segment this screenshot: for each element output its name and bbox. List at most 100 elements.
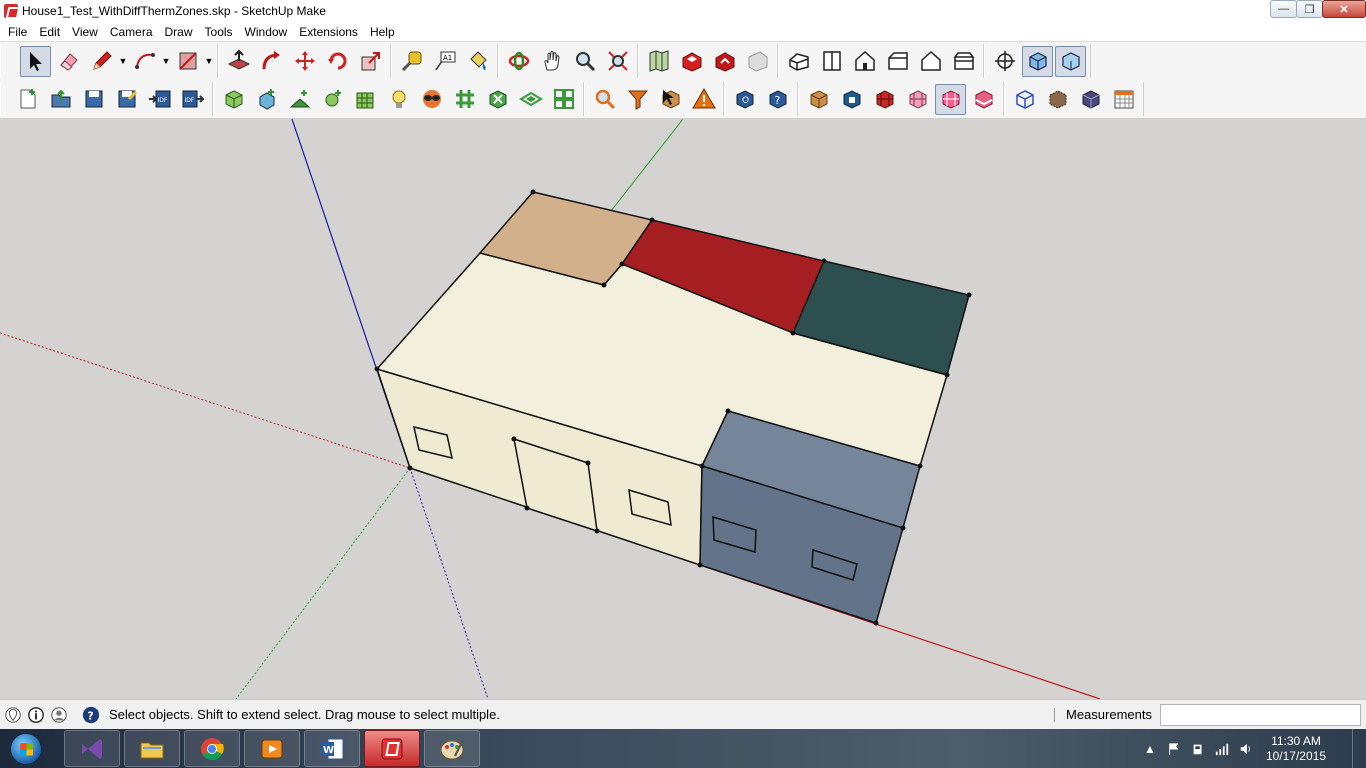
space-diagram-button[interactable] [548, 84, 579, 115]
menu-extensions[interactable]: Extensions [293, 25, 364, 39]
iso-view-button[interactable] [783, 46, 814, 77]
menu-camera[interactable]: Camera [104, 25, 159, 39]
save-as-button[interactable] [111, 84, 142, 115]
menu-edit[interactable]: Edit [33, 25, 66, 39]
show-hidden-icons-icon[interactable]: ▲ [1142, 741, 1158, 757]
zoom-extents-button[interactable] [602, 46, 633, 77]
export-idf-button[interactable]: IDF [177, 84, 208, 115]
new-space-button[interactable] [218, 84, 249, 115]
show-all-geometry-button[interactable] [1009, 84, 1040, 115]
intersect-geometry-button[interactable] [482, 84, 513, 115]
paint-bucket-button[interactable] [462, 46, 493, 77]
move-tool-button[interactable] [289, 46, 320, 77]
menu-tools[interactable]: Tools [199, 25, 239, 39]
new-model-button[interactable] [12, 84, 43, 115]
save-model-button[interactable] [78, 84, 109, 115]
taskbar-paint[interactable] [424, 730, 480, 767]
show-only-selected-button[interactable] [1075, 84, 1106, 115]
display-section-planes-button[interactable] [1022, 45, 1053, 77]
errors-warnings-button[interactable] [688, 84, 719, 115]
taskbar-file-explorer[interactable] [124, 730, 180, 767]
new-luminaire-button[interactable] [383, 84, 414, 115]
text-tool-button[interactable]: A1 [429, 46, 460, 77]
menu-file[interactable]: File [2, 25, 33, 39]
start-button[interactable] [4, 730, 48, 767]
shape-tool-dropdown[interactable]: ▼ [204, 46, 214, 77]
taskbar-word[interactable]: W [304, 730, 360, 767]
render-by-thermal-zone-button[interactable] [935, 83, 966, 115]
open-model-button[interactable] [45, 84, 76, 115]
front-view-button[interactable] [849, 46, 880, 77]
taskbar-media-player[interactable] [244, 730, 300, 767]
zoom-tool-button[interactable] [569, 46, 600, 77]
search-surfaces-button[interactable] [589, 84, 620, 115]
menu-window[interactable]: Window [239, 25, 294, 39]
model-canvas[interactable] [0, 119, 1366, 699]
display-section-cuts-button[interactable] [1055, 45, 1086, 77]
push-pull-button[interactable] [223, 46, 254, 77]
help-button[interactable]: ? [762, 84, 793, 115]
render-by-class-button[interactable] [803, 84, 834, 115]
show-desktop-button[interactable] [1352, 729, 1366, 768]
schedules-button[interactable] [1108, 84, 1139, 115]
follow-me-button[interactable] [256, 46, 287, 77]
3d-warehouse-button[interactable] [676, 46, 707, 77]
tape-measure-button[interactable] [396, 46, 427, 77]
taskbar-chrome[interactable] [184, 730, 240, 767]
new-interior-partition-button[interactable] [284, 84, 315, 115]
right-view-button[interactable] [882, 46, 913, 77]
restore-button[interactable]: ❐ [1296, 0, 1323, 18]
new-glare-sensor-button[interactable] [416, 84, 447, 115]
section-plane-button[interactable] [989, 46, 1020, 77]
share-model-button[interactable] [709, 46, 740, 77]
back-view-button[interactable] [915, 46, 946, 77]
hide-rest-of-model-button[interactable] [1042, 84, 1073, 115]
project-loose-geometry-button[interactable] [515, 84, 546, 115]
render-filter-button[interactable] [622, 84, 653, 115]
surface-matching-button[interactable] [449, 84, 480, 115]
pan-tool-button[interactable] [536, 46, 567, 77]
left-view-button[interactable] [948, 46, 979, 77]
menu-draw[interactable]: Draw [159, 25, 199, 39]
inspector-button[interactable] [655, 84, 686, 115]
render-by-story-button[interactable] [968, 84, 999, 115]
render-by-boundary-button[interactable] [836, 84, 867, 115]
taskbar-sketchup[interactable] [364, 730, 420, 767]
rotate-tool-button[interactable] [322, 46, 353, 77]
new-daylighting-control-button[interactable] [317, 84, 348, 115]
device-icon[interactable] [1190, 741, 1206, 757]
select-tool-button[interactable] [20, 45, 51, 77]
new-illuminance-map-button[interactable] [350, 84, 381, 115]
import-idf-button[interactable]: IDF [144, 84, 175, 115]
eraser-tool-button[interactable] [53, 46, 84, 77]
render-by-construction-button[interactable] [869, 84, 900, 115]
extension-warehouse-button[interactable] [742, 46, 773, 77]
taskbar-visual-studio[interactable] [64, 730, 120, 767]
close-button[interactable]: ✕ [1322, 0, 1366, 18]
sketchup-app-icon[interactable] [4, 4, 18, 18]
volume-icon[interactable] [1238, 741, 1254, 757]
user-account-icon[interactable] [49, 705, 69, 725]
top-view-button[interactable] [816, 46, 847, 77]
arc-tool-dropdown[interactable]: ▼ [161, 46, 171, 77]
system-clock[interactable]: 11:30 AM 10/17/2015 [1266, 734, 1326, 764]
render-by-space-type-button[interactable] [902, 84, 933, 115]
scale-tool-button[interactable] [355, 46, 386, 77]
model-viewport[interactable] [0, 119, 1366, 699]
arc-tool-button[interactable] [129, 46, 160, 77]
line-tool-dropdown[interactable]: ▼ [118, 46, 128, 77]
add-location-button[interactable] [643, 46, 674, 77]
new-shading-group-button[interactable] [251, 84, 282, 115]
orbit-tool-button[interactable] [503, 46, 534, 77]
rectangle-tool-button[interactable] [172, 46, 203, 77]
geo-location-icon[interactable] [3, 705, 23, 725]
openstudio-app-button[interactable]: O [729, 84, 760, 115]
minimize-button[interactable]: — [1270, 0, 1297, 18]
network-signal-icon[interactable] [1214, 741, 1230, 757]
instructor-help-icon[interactable]: ? [81, 705, 101, 725]
credits-icon[interactable] [26, 705, 46, 725]
line-tool-button[interactable] [86, 46, 117, 77]
action-center-flag-icon[interactable] [1166, 741, 1182, 757]
menu-help[interactable]: Help [364, 25, 401, 39]
measurements-input[interactable] [1160, 704, 1361, 726]
